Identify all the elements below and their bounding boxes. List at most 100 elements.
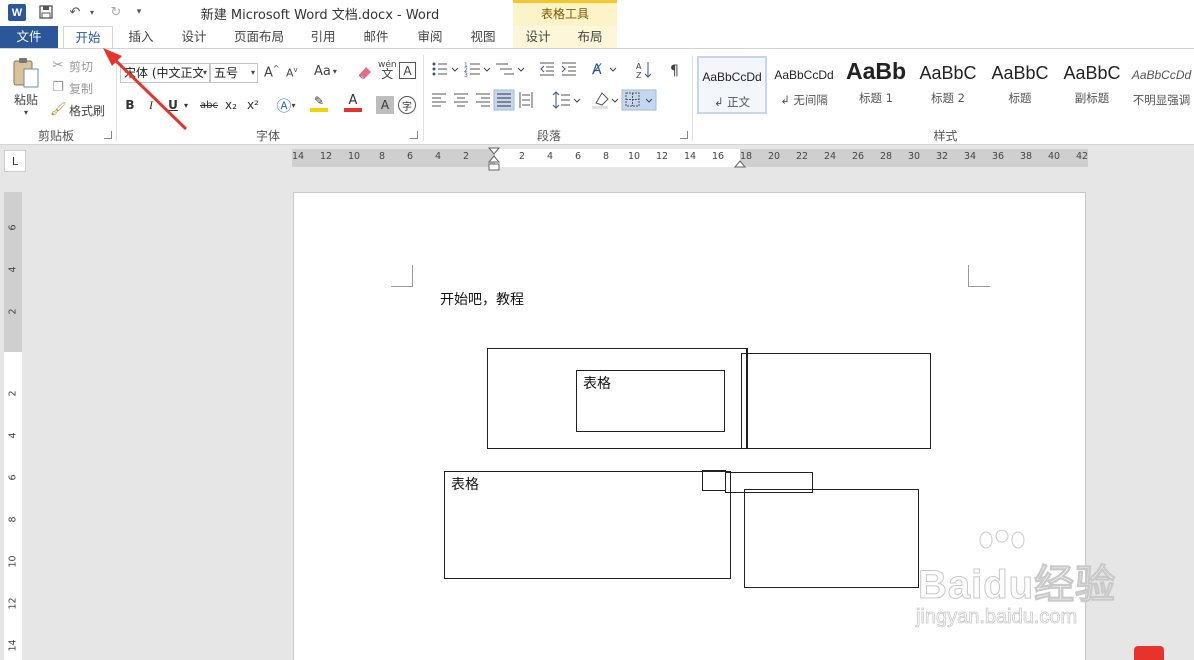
paragraph-group-label: 段落: [536, 129, 561, 143]
tab-file[interactable]: 文件: [0, 26, 58, 49]
strikethrough-button[interactable]: abc: [198, 96, 220, 114]
ruler-tick-label: 12: [7, 597, 19, 610]
font-launcher-icon[interactable]: [410, 131, 418, 139]
chinese-layout-icon[interactable]: Ⱥ: [591, 62, 617, 78]
ruler-tick-label: 16: [711, 151, 725, 162]
text-effects-button[interactable]: Ⓐ ▾: [276, 96, 296, 115]
tab-mailings[interactable]: 邮件: [352, 26, 400, 49]
clear-formatting-button[interactable]: [356, 64, 374, 80]
styles-gallery: AaBbCcDd ↲ 正文 AaBbCcDd ↲ 无间隔 AaBb 标题 1 A…: [697, 56, 1194, 114]
decrease-indent-icon[interactable]: [540, 62, 554, 76]
style-normal[interactable]: AaBbCcDd ↲ 正文: [697, 56, 767, 114]
ruler-tick-label: 32: [935, 151, 949, 162]
bold-button[interactable]: B: [122, 96, 138, 114]
shading-icon[interactable]: [592, 92, 619, 109]
tab-stop-selector[interactable]: L: [4, 150, 26, 172]
tab-home[interactable]: 开始: [63, 26, 113, 50]
document-text-line[interactable]: 开始吧，教程: [440, 289, 524, 309]
highlight-color-swatch: [310, 108, 328, 112]
grow-font-button[interactable]: A^: [264, 64, 280, 80]
text-box[interactable]: 表格: [444, 471, 731, 579]
svg-text:Z: Z: [636, 71, 642, 80]
copy-button[interactable]: ❐ 复制: [50, 79, 93, 97]
tab-page-layout[interactable]: 页面布局: [224, 26, 294, 49]
vertical-ruler[interactable]: 6 4 2 2 4 6 8 10 12 14: [4, 192, 22, 660]
clipboard-launcher-icon[interactable]: [104, 131, 112, 139]
text-box[interactable]: [744, 489, 919, 588]
bullets-icon[interactable]: [432, 62, 459, 76]
underline-button[interactable]: U: [166, 96, 180, 114]
style-heading-2[interactable]: AaBbC 标题 2: [913, 56, 983, 114]
text-effects-icon: Ⓐ: [276, 96, 292, 115]
borders-icon[interactable]: [621, 89, 657, 111]
tab-review[interactable]: 审阅: [406, 26, 454, 49]
style-sample: AaBbCcDd: [1131, 68, 1192, 82]
paragraph-launcher-icon[interactable]: [680, 131, 688, 139]
character-border-button[interactable]: A: [399, 62, 416, 79]
phonetic-guide-button[interactable]: wén 文: [378, 61, 397, 81]
shrink-font-button[interactable]: Av: [286, 66, 298, 80]
font-color-button[interactable]: A: [340, 94, 366, 112]
styles-group-label: 样式: [933, 129, 958, 143]
line-spacing-icon[interactable]: [552, 91, 581, 109]
tab-table-layout[interactable]: 布局: [563, 26, 617, 49]
horizontal-ruler[interactable]: 14 12 10 8 6 4 2 2 4 6 8 10 12 14 16 18 20 22 24 26 28 30 32 34…: [292, 149, 1088, 167]
font-name-dropdown-icon[interactable]: ▾: [202, 64, 207, 82]
italic-button[interactable]: I: [144, 96, 158, 114]
style-subtitle[interactable]: AaBbC 副标题: [1057, 56, 1127, 114]
cut-button[interactable]: ✂ 剪切: [50, 57, 93, 75]
style-title[interactable]: AaBbC 标题: [985, 56, 1055, 114]
align-right-icon[interactable]: [476, 93, 490, 107]
numbering-icon[interactable]: 123: [464, 62, 491, 79]
tab-view[interactable]: 视图: [459, 26, 507, 49]
tab-table-design[interactable]: 设计: [513, 26, 563, 49]
underline-dropdown-icon[interactable]: ▾: [181, 96, 191, 114]
text-box[interactable]: [702, 470, 726, 491]
style-heading-1[interactable]: AaBb 标题 1: [841, 56, 911, 114]
ruler-tick-label: 36: [991, 151, 1005, 162]
font-name-combo[interactable]: 宋体 (中文正文 ▾: [120, 63, 210, 83]
style-no-spacing[interactable]: AaBbCcDd ↲ 无间隔: [769, 56, 839, 114]
increase-indent-icon[interactable]: [561, 62, 576, 76]
ruler-tick-label: 12: [655, 151, 669, 162]
right-indent-marker-icon[interactable]: [734, 153, 746, 169]
distributed-icon[interactable]: [519, 92, 533, 108]
table-tools-context-label: 表格工具: [513, 0, 617, 26]
highlight-button[interactable]: ✎: [306, 94, 332, 112]
svg-text:¶: ¶: [670, 63, 679, 79]
style-sample: AaBbC: [1063, 63, 1121, 83]
text-box[interactable]: 表格: [576, 370, 725, 432]
paste-button[interactable]: 粘贴 ▾: [8, 57, 44, 123]
font-size-combo[interactable]: 五号 ▾: [210, 63, 258, 83]
font-size-dropdown-icon[interactable]: ▾: [251, 64, 255, 82]
show-formatting-marks-icon[interactable]: ¶: [670, 63, 679, 79]
ruler-tick-label: 26: [851, 151, 865, 162]
paragraph-tools: 123 Ⱥ AZ ¶: [432, 62, 679, 111]
enclose-characters-button[interactable]: 字: [398, 96, 416, 114]
sort-icon[interactable]: AZ: [636, 62, 652, 80]
tab-insert[interactable]: 插入: [118, 26, 164, 49]
style-subtle-emphasis[interactable]: AaBbCcDd 不明显强调: [1129, 56, 1194, 114]
format-painter-button[interactable]: 🖌 格式刷: [50, 101, 105, 119]
justify-icon[interactable]: [493, 89, 515, 111]
ruler-tick-label: 34: [963, 151, 977, 162]
change-case-dropdown-icon: ▾: [332, 67, 337, 76]
change-case-button[interactable]: Aa ▾: [314, 64, 337, 79]
ruler-tick-label: 4: [546, 151, 554, 162]
corner-badge-icon: [1134, 646, 1164, 660]
cut-label: 剪切: [69, 59, 94, 74]
ruler-tick-label: 8: [602, 151, 610, 162]
shape-edge-line: [746, 348, 747, 449]
indent-markers-icon[interactable]: [486, 147, 502, 173]
multilevel-list-icon[interactable]: [496, 63, 525, 75]
ruler-tick-label: 20: [767, 151, 781, 162]
character-shading-button[interactable]: A: [376, 96, 394, 114]
text-effects-dropdown-icon: ▾: [291, 100, 296, 110]
subscript-button[interactable]: x₂: [222, 96, 240, 114]
align-left-icon[interactable]: [432, 93, 446, 107]
align-center-icon[interactable]: [454, 93, 468, 107]
tab-references[interactable]: 引用: [300, 26, 346, 49]
superscript-button[interactable]: x²: [244, 96, 262, 114]
text-box[interactable]: [741, 353, 931, 449]
tab-design[interactable]: 设计: [170, 26, 218, 49]
